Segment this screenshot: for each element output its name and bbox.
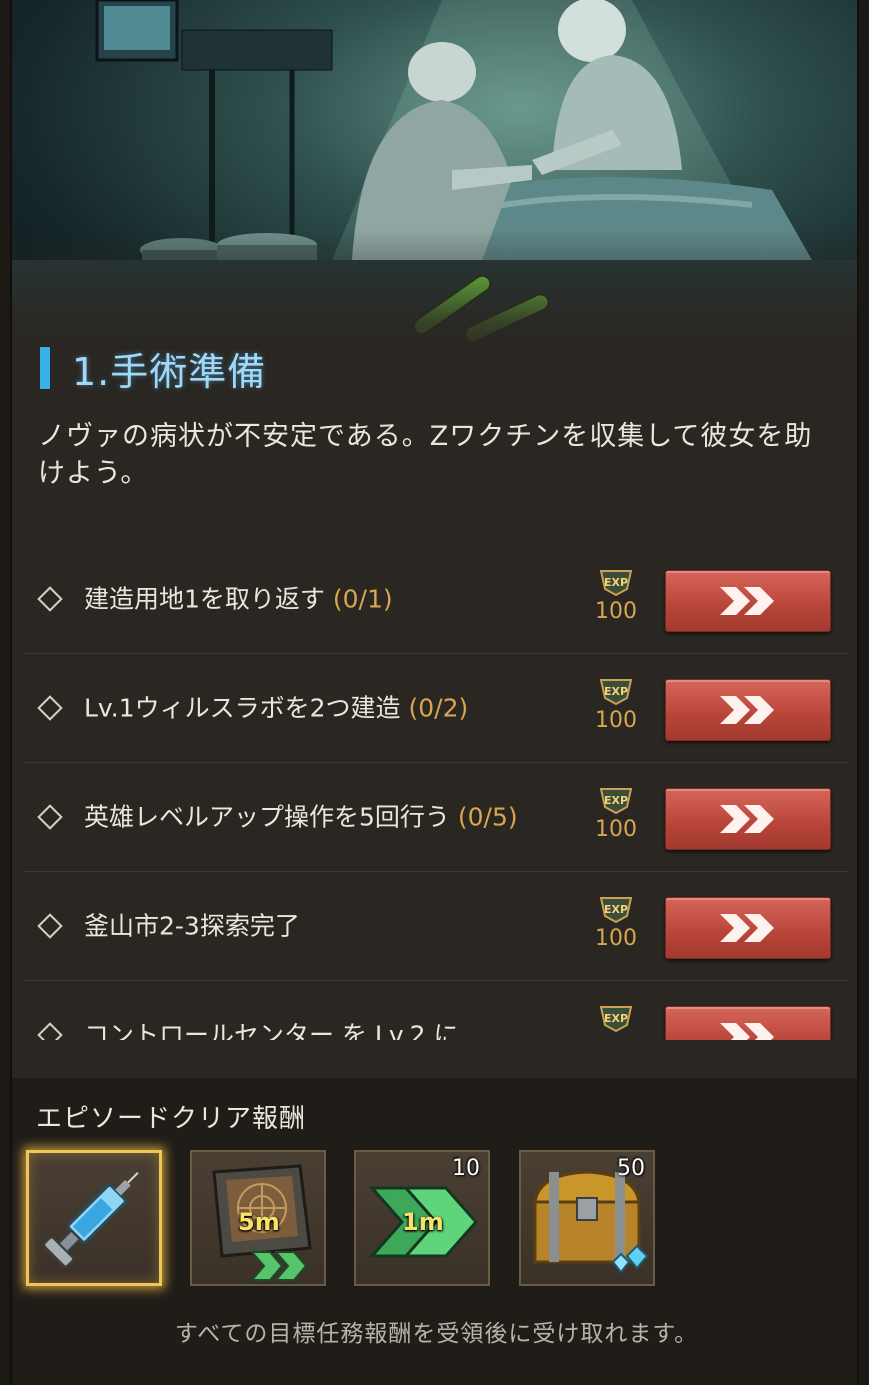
double-chevron-right-icon (720, 696, 774, 724)
go-button[interactable] (665, 1006, 831, 1040)
exp-reward: EXP 100 (586, 785, 646, 842)
exp-reward: EXP 100 (586, 567, 646, 624)
exp-reward: EXP 100 (586, 676, 646, 733)
double-chevron-right-icon (720, 1023, 774, 1040)
double-chevron-right-icon (720, 587, 774, 615)
task-text: 釜山市2-3探索完了 (84, 908, 554, 945)
diamond-bullet-icon (37, 1022, 63, 1040)
task-label: コントロールセンター を Lv.2 に (84, 1020, 459, 1041)
exp-icon: EXP (597, 1003, 635, 1033)
reward-item-count: 10 (452, 1156, 480, 1181)
exp-icon: EXP (597, 785, 635, 815)
reward-item-count: 50 (617, 1156, 645, 1181)
quest-description: ノヴァの病状が不安定である。Zワクチンを収集して彼女を助けよう。 (38, 421, 813, 489)
exp-amount: 100 (595, 599, 637, 624)
reward-item-label: 1m (402, 1208, 444, 1236)
task-row: 建造用地1を取り返す (0/1) EXP 100 (24, 545, 848, 654)
syringe-icon (43, 1172, 139, 1268)
task-row: 釜山市2-3探索完了 EXP 100 (24, 872, 848, 981)
task-text: コントロールセンター を Lv.2 に (84, 1017, 554, 1041)
episode-reward-title: エピソードクリア報酬 (36, 1104, 307, 1134)
exp-icon: EXP (597, 894, 635, 924)
quest-title: 1.手術準備 (40, 340, 266, 396)
exp-reward: EXP 100 (586, 894, 646, 951)
task-progress: (0/5) (457, 802, 518, 832)
task-label: 建造用地1を取り返す (84, 584, 333, 614)
exp-icon: EXP (597, 567, 635, 597)
reward-item-syringe[interactable] (26, 1150, 162, 1286)
double-chevron-right-icon (720, 805, 774, 833)
svg-text:EXP: EXP (604, 685, 628, 698)
task-row: 英雄レベルアップ操作を5回行う (0/5) EXP 100 (24, 763, 848, 872)
title-accent-bar (40, 347, 50, 389)
task-label: Lv.1ウィルスラボを2つ建造 (84, 693, 409, 723)
go-button[interactable] (665, 788, 831, 850)
reward-item-radar-speedup[interactable]: 5m (190, 1150, 326, 1286)
task-label: 英雄レベルアップ操作を5回行う (84, 802, 458, 832)
reward-claim-note: すべての目標任務報酬を受領後に受け取れます。 (174, 1321, 699, 1347)
task-progress: (0/1) (332, 584, 393, 614)
task-list: 建造用地1を取り返す (0/1) EXP 100 Lv.1ウィルスラボを2つ建造… (24, 545, 848, 1040)
svg-text:EXP: EXP (604, 903, 628, 916)
diamond-bullet-icon (37, 804, 63, 830)
go-button[interactable] (665, 570, 831, 632)
task-progress: (0/2) (408, 693, 469, 723)
reward-item-speedup[interactable]: 10 1m (354, 1150, 490, 1286)
svg-text:EXP: EXP (604, 794, 628, 807)
banner-illustration (12, 0, 857, 360)
episode-reward-section: エピソードクリア報酬 5m 10 1m 50 すべての目標任務報酬を受領後に受け… (12, 1078, 857, 1385)
task-text: Lv.1ウィルスラボを2つ建造 (0/2) (84, 690, 554, 727)
go-button[interactable] (665, 679, 831, 741)
task-text: 建造用地1を取り返す (0/1) (84, 581, 554, 618)
go-button[interactable] (665, 897, 831, 959)
quest-panel: 1.手術準備 ノヴァの病状が不安定である。Zワクチンを収集して彼女を助けよう。 … (10, 0, 859, 1385)
exp-amount: 100 (595, 817, 637, 842)
svg-text:EXP: EXP (604, 1012, 628, 1025)
diamond-bullet-icon (37, 913, 63, 939)
exp-reward: EXP (586, 1003, 646, 1035)
task-text: 英雄レベルアップ操作を5回行う (0/5) (84, 799, 554, 836)
reward-item-chest[interactable]: 50 (519, 1150, 655, 1286)
exp-amount: 100 (595, 708, 637, 733)
quest-title-text: 1.手術準備 (72, 349, 267, 394)
exp-amount: 100 (595, 926, 637, 951)
task-label: 釜山市2-3探索完了 (84, 911, 300, 941)
exp-icon: EXP (597, 676, 635, 706)
reward-item-label: 5m (238, 1208, 280, 1236)
diamond-bullet-icon (37, 586, 63, 612)
svg-text:EXP: EXP (604, 576, 628, 589)
task-row: Lv.1ウィルスラボを2つ建造 (0/2) EXP 100 (24, 654, 848, 763)
task-row: コントロールセンター を Lv.2 に EXP (24, 981, 848, 1040)
double-chevron-right-icon (720, 914, 774, 942)
diamond-bullet-icon (37, 695, 63, 721)
